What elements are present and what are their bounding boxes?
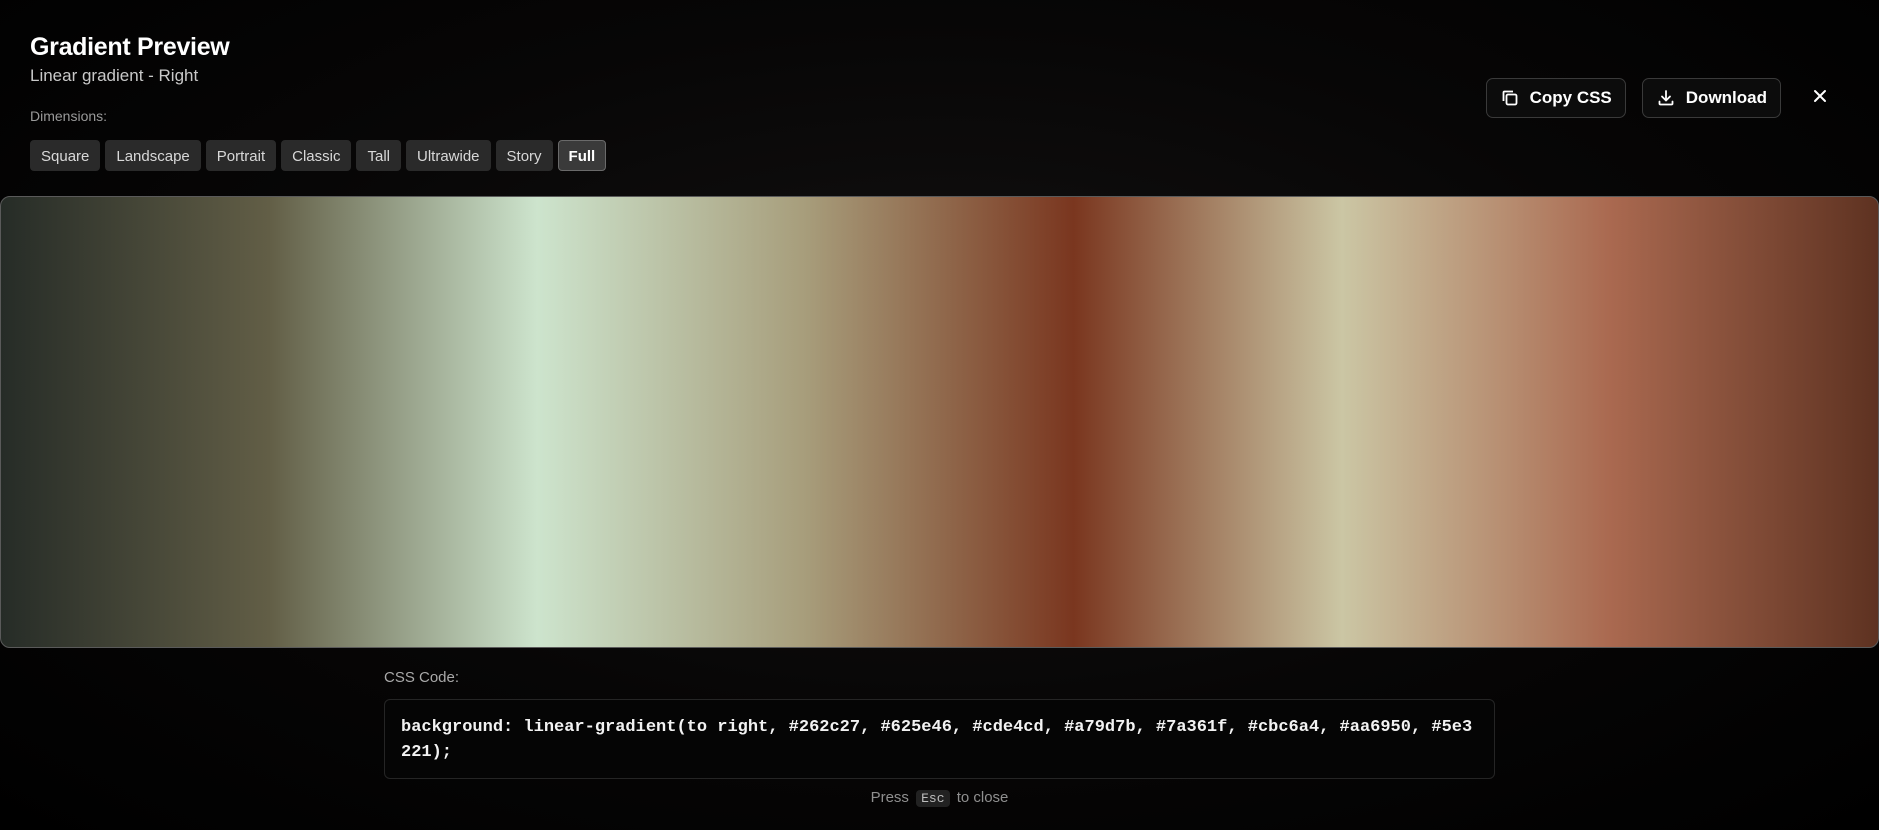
dimension-classic-button[interactable]: Classic [281,140,352,171]
css-code-block[interactable]: background: linear-gradient(to right, #2… [384,699,1495,779]
hint-suffix: to close [956,789,1009,806]
hint-prefix: Press [870,789,909,806]
dimension-options: Square Landscape Portrait Classic Tall U… [30,140,607,171]
gradient-preview [0,196,1879,648]
download-button[interactable]: Download [1641,78,1781,118]
dimension-tall-button[interactable]: Tall [356,140,401,171]
dimension-ultrawide-button[interactable]: Ultrawide [406,140,491,171]
copy-css-button[interactable]: Copy CSS [1485,78,1626,118]
copy-icon [1500,88,1520,108]
close-hint: Press Esc to close [0,789,1879,807]
dimension-square-button[interactable]: Square [30,140,101,171]
close-icon [1812,88,1828,109]
esc-key: Esc [916,790,950,807]
dimension-portrait-button[interactable]: Portrait [205,140,277,171]
modal-actions: Copy CSS Download [1485,78,1837,118]
modal-subtitle: Linear gradient - Right [30,66,199,85]
dimension-landscape-button[interactable]: Landscape [105,140,201,171]
dimension-story-button[interactable]: Story [495,140,553,171]
dimension-full-button[interactable]: Full [557,140,607,171]
download-icon [1656,88,1676,108]
modal-title: Gradient Preview [30,33,230,61]
modal-header: Gradient Preview Linear gradient - Right… [30,30,607,171]
download-label: Download [1685,88,1767,107]
copy-css-label: Copy CSS [1529,88,1612,107]
css-code-label: CSS Code: [384,669,460,686]
close-button[interactable] [1803,81,1837,115]
dimensions-label: Dimensions: [30,108,108,124]
gradient-preview-modal: Gradient Preview Linear gradient - Right… [0,0,1879,830]
